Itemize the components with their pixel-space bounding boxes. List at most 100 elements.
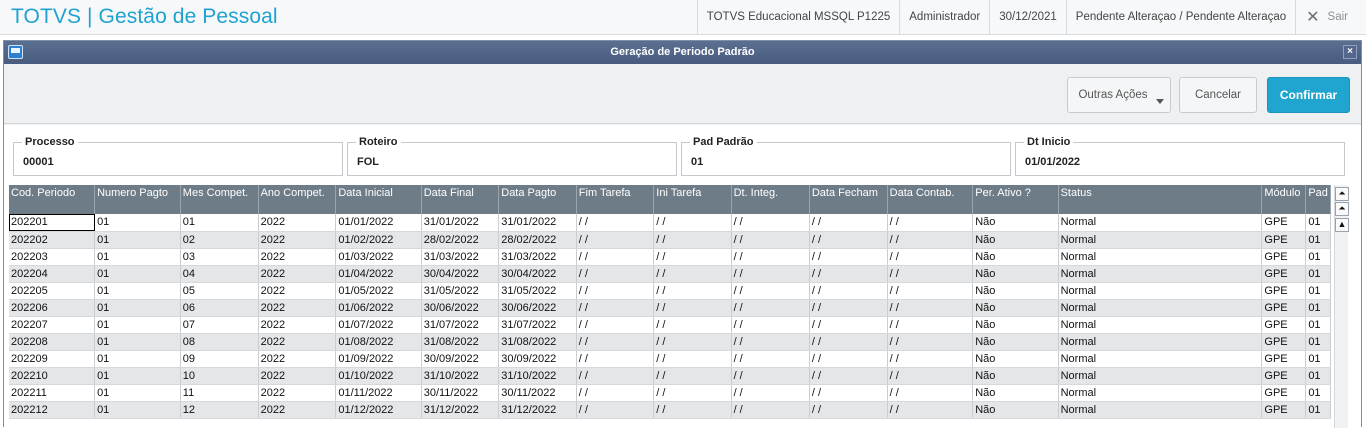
table-cell[interactable]: / / bbox=[887, 350, 974, 368]
column-header[interactable]: Cod. Periodo bbox=[9, 185, 96, 214]
table-cell[interactable]: / / bbox=[731, 231, 810, 249]
table-cell[interactable]: 31/10/2022 bbox=[498, 367, 577, 385]
table-cell[interactable]: / / bbox=[887, 265, 974, 283]
table-cell[interactable]: GPE bbox=[1261, 333, 1307, 351]
table-cell[interactable]: 31/01/2022 bbox=[421, 214, 500, 232]
table-cell[interactable]: / / bbox=[653, 214, 732, 232]
table-cell[interactable]: 30/06/2022 bbox=[498, 299, 577, 317]
table-cell[interactable]: 2022 bbox=[258, 384, 337, 402]
scroll-page-up-button[interactable]: ⏶ bbox=[1335, 202, 1349, 216]
table-cell[interactable]: 202210 bbox=[9, 367, 96, 385]
table-cell[interactable]: 05 bbox=[180, 282, 259, 300]
table-cell[interactable]: Não bbox=[972, 401, 1059, 419]
table-cell[interactable]: 01/06/2022 bbox=[335, 299, 422, 317]
table-cell[interactable]: 30/04/2022 bbox=[421, 265, 500, 283]
column-header[interactable]: Dt. Integ. bbox=[731, 185, 810, 214]
table-cell[interactable]: 2022 bbox=[258, 367, 337, 385]
table-cell[interactable]: Não bbox=[972, 214, 1059, 232]
table-cell[interactable]: 28/02/2022 bbox=[421, 231, 500, 249]
table-cell[interactable]: 01 bbox=[1305, 384, 1331, 402]
dialog-close-button[interactable]: × bbox=[1343, 45, 1357, 59]
table-cell[interactable]: 30/04/2022 bbox=[498, 265, 577, 283]
table-cell[interactable]: GPE bbox=[1261, 401, 1307, 419]
table-cell[interactable]: / / bbox=[576, 384, 655, 402]
table-cell[interactable]: 31/08/2022 bbox=[498, 333, 577, 351]
table-cell[interactable]: GPE bbox=[1261, 367, 1307, 385]
table-cell[interactable]: / / bbox=[576, 316, 655, 334]
table-cell[interactable]: 2022 bbox=[258, 299, 337, 317]
table-cell[interactable]: / / bbox=[809, 282, 888, 300]
table-cell[interactable]: / / bbox=[653, 401, 732, 419]
table-cell[interactable]: 10 bbox=[180, 367, 259, 385]
table-row[interactable]: 202203 01 03 2022 01/03/2022 31/03/2022 31/03/… bbox=[9, 248, 1331, 266]
column-header[interactable]: Ini Tarefa bbox=[653, 185, 732, 214]
status-label[interactable]: Pendente Alteraçao / Pendente Alteraçao bbox=[1065, 0, 1295, 35]
table-row[interactable]: 202210 01 10 2022 01/10/2022 31/10/2022 31/10/… bbox=[9, 367, 1331, 385]
column-header[interactable]: Mes Compet. bbox=[180, 185, 259, 214]
grid-scrollbar[interactable]: ⏶ ⏶ ▲ bbox=[1334, 185, 1349, 428]
table-cell[interactable]: Normal bbox=[1058, 350, 1263, 368]
table-cell[interactable]: 2022 bbox=[258, 316, 337, 334]
column-header[interactable]: Per. Ativo ? bbox=[972, 185, 1059, 214]
table-cell[interactable]: / / bbox=[731, 350, 810, 368]
table-cell[interactable]: 08 bbox=[180, 333, 259, 351]
scroll-top-button[interactable]: ⏶ bbox=[1335, 187, 1349, 201]
table-cell[interactable]: 01 bbox=[1305, 231, 1331, 249]
table-cell[interactable]: / / bbox=[809, 333, 888, 351]
table-row[interactable]: 202201 01 01 2022 01/01/2022 31/01/2022 31/01/… bbox=[9, 214, 1331, 232]
column-header[interactable]: Ano Compet. bbox=[258, 185, 337, 214]
table-cell[interactable]: 31/07/2022 bbox=[498, 316, 577, 334]
table-cell[interactable]: Não bbox=[972, 367, 1059, 385]
table-cell[interactable]: Não bbox=[972, 384, 1059, 402]
table-row[interactable]: 202209 01 09 2022 01/09/2022 30/09/2022 30/09/… bbox=[9, 350, 1331, 368]
table-cell[interactable]: GPE bbox=[1261, 350, 1307, 368]
table-cell[interactable]: / / bbox=[731, 248, 810, 266]
table-cell[interactable]: 01/11/2022 bbox=[335, 384, 422, 402]
table-cell[interactable]: / / bbox=[809, 350, 888, 368]
table-cell[interactable]: 31/12/2022 bbox=[498, 401, 577, 419]
table-cell[interactable]: / / bbox=[653, 299, 732, 317]
table-cell[interactable]: 01 bbox=[1305, 333, 1331, 351]
table-cell[interactable]: 01/01/2022 bbox=[335, 214, 422, 232]
table-cell[interactable]: / / bbox=[576, 299, 655, 317]
table-cell[interactable]: 202204 bbox=[9, 265, 96, 283]
table-cell[interactable]: / / bbox=[576, 265, 655, 283]
table-cell[interactable]: 01/07/2022 bbox=[335, 316, 422, 334]
dt-inicio-field[interactable]: Dt Inicio 01/01/2022 bbox=[1015, 136, 1345, 176]
table-cell[interactable]: / / bbox=[731, 299, 810, 317]
table-row[interactable]: 202211 01 11 2022 01/11/2022 30/11/2022 30/11/… bbox=[9, 384, 1331, 402]
table-cell[interactable]: / / bbox=[653, 333, 732, 351]
table-cell[interactable]: GPE bbox=[1261, 265, 1307, 283]
table-cell[interactable]: 12 bbox=[180, 401, 259, 419]
table-cell[interactable]: 01 bbox=[94, 384, 181, 402]
logout-button[interactable]: ✕ Sair bbox=[1295, 0, 1366, 35]
column-header[interactable]: Data Final bbox=[421, 185, 500, 214]
table-cell[interactable]: 30/06/2022 bbox=[421, 299, 500, 317]
table-cell[interactable]: 01 bbox=[1305, 316, 1331, 334]
table-cell[interactable]: GPE bbox=[1261, 214, 1307, 232]
table-cell[interactable]: / / bbox=[731, 282, 810, 300]
table-cell[interactable]: Normal bbox=[1058, 401, 1263, 419]
table-cell[interactable]: 01 bbox=[94, 401, 181, 419]
table-cell[interactable]: 202211 bbox=[9, 384, 96, 402]
table-cell[interactable]: / / bbox=[887, 231, 974, 249]
table-cell[interactable]: / / bbox=[809, 299, 888, 317]
table-cell[interactable]: / / bbox=[887, 248, 974, 266]
table-cell[interactable]: 01/09/2022 bbox=[335, 350, 422, 368]
table-cell[interactable]: Normal bbox=[1058, 333, 1263, 351]
periods-grid[interactable]: Cod. Periodo Numero Pagto Mes Compet. Ano C… bbox=[9, 185, 1331, 428]
table-cell[interactable]: Não bbox=[972, 316, 1059, 334]
table-cell[interactable]: 01 bbox=[180, 214, 259, 232]
table-cell[interactable]: / / bbox=[887, 299, 974, 317]
table-cell[interactable]: Normal bbox=[1058, 367, 1263, 385]
table-cell[interactable]: 01 bbox=[1305, 282, 1331, 300]
column-header[interactable]: Pad bbox=[1305, 185, 1331, 214]
table-cell[interactable]: Não bbox=[972, 299, 1059, 317]
table-cell[interactable]: 01 bbox=[1305, 248, 1331, 266]
table-cell[interactable]: / / bbox=[809, 401, 888, 419]
table-cell[interactable]: / / bbox=[653, 248, 732, 266]
table-cell[interactable]: Não bbox=[972, 350, 1059, 368]
table-cell[interactable]: 202201 bbox=[9, 214, 96, 232]
column-header[interactable]: Data Pagto bbox=[498, 185, 577, 214]
date-label[interactable]: 30/12/2021 bbox=[989, 0, 1066, 35]
